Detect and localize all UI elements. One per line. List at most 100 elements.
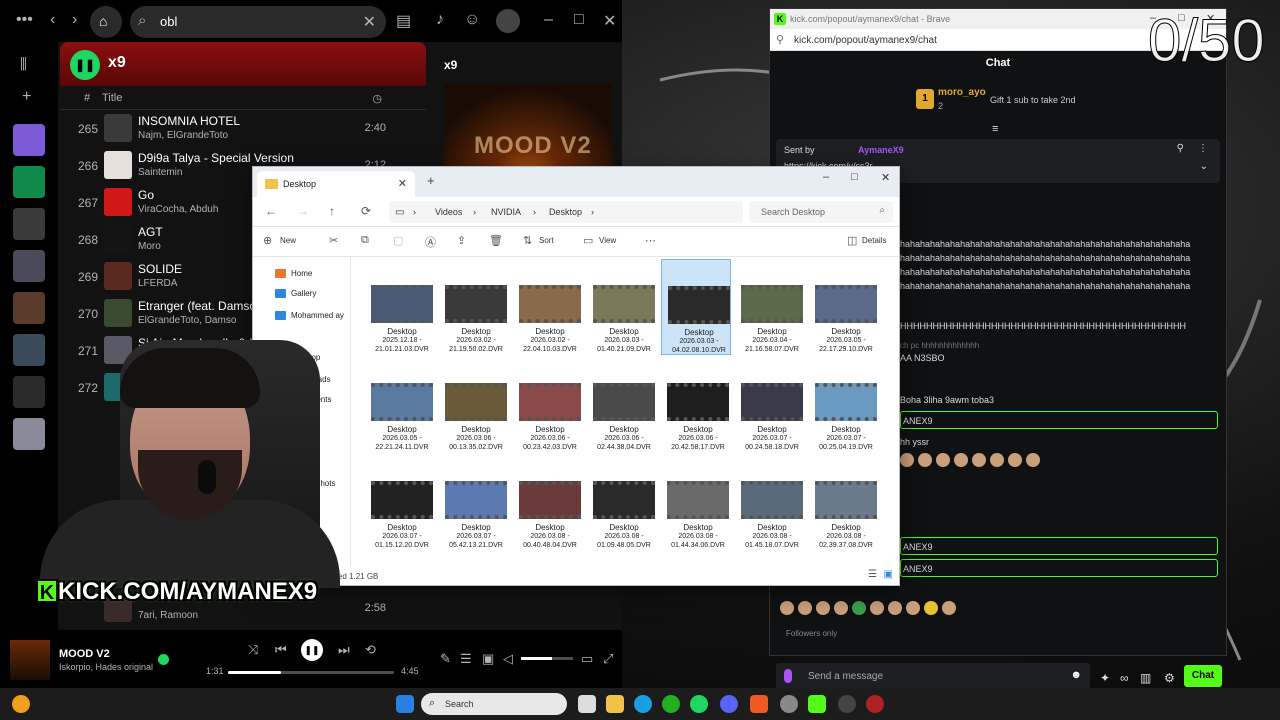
search-input[interactable]: obl — [160, 14, 177, 29]
gift-prompt[interactable]: Gift 1 sub to take 2nd — [990, 95, 1076, 105]
playlist-tile[interactable] — [13, 250, 45, 282]
site-info-icon[interactable]: ⚲ — [776, 33, 784, 46]
back-icon[interactable]: ← — [265, 204, 277, 218]
track-artist[interactable]: LFERDA — [138, 278, 177, 289]
track-row[interactable]: 265 INSOMNIA HOTEL Najm, ElGrandeToto 2:40 — [60, 110, 426, 147]
close-icon[interactable]: ✕ — [881, 171, 890, 184]
url-text[interactable]: kick.com/popout/aymanex9/chat — [794, 35, 937, 46]
track-artist[interactable]: ElGrandeToto, Damso — [138, 315, 236, 326]
video-file[interactable]: Desktop 2026.03.04 - 21.16.58.07.DVR — [735, 259, 805, 355]
search-bar[interactable]: ⌕ obl ✕ — [130, 6, 386, 38]
forward-icon[interactable]: › — [72, 11, 77, 29]
link-icon[interactable]: ∞ — [1120, 671, 1129, 685]
rewards-icon[interactable]: ✦ — [1100, 671, 1110, 685]
video-file[interactable]: Desktop 2026.03.06 - 00.23.42.03.DVR — [513, 357, 583, 453]
emote[interactable] — [780, 601, 794, 615]
nav-item[interactable]: Mohammed ay — [261, 307, 349, 325]
message-input[interactable]: Send a message ☻ — [776, 663, 1090, 689]
mic-icon[interactable] — [784, 669, 792, 683]
more-icon[interactable]: ••• — [16, 11, 33, 29]
video-file[interactable]: Desktop 2025.12.18 - 21.01.21.03.DVR — [365, 259, 435, 355]
video-file[interactable]: Desktop 2026.03.02 - 21.19.50.02.DVR — [439, 259, 509, 355]
video-file[interactable]: Desktop 2026.03.06 - 00.13.35.02.DVR — [439, 357, 509, 453]
xbox-icon[interactable] — [662, 695, 680, 713]
nav-item[interactable]: Gallery — [261, 285, 349, 303]
fullscreen-icon[interactable]: ⤢ — [603, 651, 613, 667]
explorer-search[interactable]: Search Desktop ⌕ — [749, 201, 893, 223]
brave-icon[interactable] — [750, 695, 768, 713]
video-file[interactable]: Desktop 2026.03.06 - 02.44.38.04.DVR — [587, 357, 657, 453]
lyrics-icon[interactable]: ✎ — [440, 651, 451, 667]
pinned-user[interactable]: AymaneX9 — [858, 145, 904, 155]
breadcrumb-item[interactable]: Videos — [435, 207, 462, 217]
library-icon[interactable]: ⫼ — [20, 56, 27, 73]
previous-icon[interactable]: ⏮ — [275, 642, 287, 658]
more-icon[interactable]: ⋯ — [645, 234, 656, 247]
browse-icon[interactable]: ▤ — [396, 11, 411, 31]
cut-icon[interactable]: ✂ — [329, 234, 338, 247]
nav-item[interactable]: Home — [261, 265, 349, 283]
up-icon[interactable]: ↑ — [329, 204, 335, 218]
task-view-icon[interactable] — [578, 695, 596, 713]
miniplayer-icon[interactable]: ▭ — [581, 651, 593, 667]
obs-icon[interactable] — [866, 695, 884, 713]
emote[interactable] — [798, 601, 812, 615]
kebab-icon[interactable]: ⋮ — [1198, 143, 1208, 154]
emote[interactable] — [888, 601, 902, 615]
saved-check-icon[interactable] — [158, 654, 169, 665]
taskbar-search[interactable]: ⌕ Search — [421, 693, 567, 715]
video-file[interactable]: Desktop 2026.03.07 - 00.24.58.18.DVR — [735, 357, 805, 453]
maximize-icon[interactable]: □ — [574, 11, 584, 29]
spotify-icon[interactable] — [690, 695, 708, 713]
video-file[interactable]: Desktop 2026.03.06 - 20.42.58.17.DVR — [661, 357, 731, 453]
video-file[interactable]: Desktop 2026.03.08 - 00.40.48.04.DVR — [513, 455, 583, 551]
playlist-tile[interactable] — [13, 292, 45, 324]
friends-icon[interactable]: ☺ — [464, 11, 480, 29]
app-icon[interactable] — [838, 695, 856, 713]
video-file[interactable]: Desktop 2026.03.08 - 01.09.48.05.DVR — [587, 455, 657, 551]
file-explorer-icon[interactable] — [606, 695, 624, 713]
store-icon[interactable]: ▥ — [1140, 671, 1151, 685]
forward-icon[interactable]: → — [297, 204, 309, 218]
widgets-icon[interactable] — [12, 695, 30, 713]
emote[interactable] — [870, 601, 884, 615]
video-file[interactable]: Desktop 2026.03.05 - 22.21.24.11.DVR — [365, 357, 435, 453]
video-file[interactable]: Desktop 2026.03.05 - 22.17.29.10.DVR — [809, 259, 879, 355]
pin-icon[interactable]: ⚲ — [1177, 143, 1184, 154]
video-file[interactable]: Desktop 2026.03.08 - 02.39.37.08.DVR — [809, 455, 879, 551]
track-artist[interactable]: ViraCocha, Abduh — [138, 204, 218, 215]
volume-icon[interactable]: ◁ — [503, 651, 513, 667]
video-file[interactable]: Desktop 2026.03.03 - 04.02.08.10.DVR — [661, 259, 731, 355]
emote[interactable] — [816, 601, 830, 615]
track-artist[interactable]: Saintemin — [138, 167, 182, 178]
track-title[interactable]: Go — [138, 188, 154, 202]
playlist-tile[interactable] — [13, 208, 45, 240]
edge-icon[interactable] — [634, 695, 652, 713]
details-view-icon[interactable]: ☰ — [868, 569, 877, 580]
leader-name[interactable]: moro_ayo — [938, 87, 986, 98]
start-icon[interactable] — [396, 695, 414, 713]
devices-icon[interactable]: ▣ — [482, 651, 494, 667]
breadcrumb-item[interactable]: NVIDIA — [491, 207, 521, 217]
next-icon[interactable]: ⏭ — [338, 642, 350, 658]
refresh-icon[interactable]: ⟳ — [361, 204, 371, 218]
expand-icon[interactable]: ≡ — [992, 123, 998, 135]
thumbnail-view-icon[interactable]: ▣ — [884, 569, 893, 580]
paste-icon[interactable]: ▢ — [393, 234, 403, 247]
rename-icon[interactable]: Ⓐ — [425, 234, 436, 250]
discord-icon[interactable] — [720, 695, 738, 713]
pause-button[interactable]: ❚❚ — [70, 50, 100, 80]
details-button[interactable]: Details — [862, 236, 886, 245]
emote[interactable] — [924, 601, 938, 615]
video-file[interactable]: Desktop 2026.03.07 - 05.42.13.21.DVR — [439, 455, 509, 551]
track-artist[interactable]: Moro — [138, 241, 161, 252]
video-file[interactable]: Desktop 2026.03.03 - 01.40.21.09.DVR — [587, 259, 657, 355]
emoji-icon[interactable]: ☻ — [1070, 669, 1082, 681]
track-title[interactable]: INSOMNIA HOTEL — [138, 114, 240, 128]
sort-button[interactable]: Sort — [539, 236, 554, 245]
emote[interactable] — [834, 601, 848, 615]
chevron-down-icon[interactable]: ⌄ — [1200, 161, 1208, 172]
minimize-icon[interactable]: – — [544, 11, 553, 29]
avatar[interactable] — [496, 9, 520, 33]
track-title[interactable]: AGT — [138, 225, 163, 239]
